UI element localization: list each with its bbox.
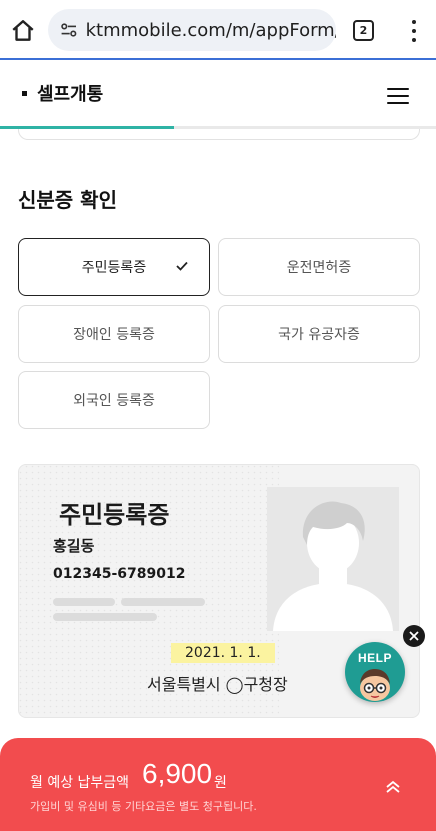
- payment-label: 월 예상 납부금액: [30, 775, 130, 791]
- id-option-veteran-card[interactable]: 국가 유공자증: [218, 305, 420, 363]
- id-option-resident-card[interactable]: 주민등록증: [18, 238, 210, 296]
- help-button[interactable]: HELP: [345, 642, 405, 702]
- id-option-disability-card[interactable]: 장애인 등록증: [18, 305, 210, 363]
- id-card-issuer: 서울특별시 ◯구청장: [147, 675, 288, 694]
- step-progress-fill: [0, 126, 175, 129]
- page-title: 셀프개통: [22, 80, 103, 106]
- browser-toolbar: ktmmobile.com/m/appForm/ 2: [0, 0, 436, 60]
- id-option-driver-license[interactable]: 운전면허증: [218, 238, 420, 296]
- placeholder-line: [53, 613, 157, 621]
- id-option-foreigner-card[interactable]: 외국인 등록증: [18, 371, 210, 429]
- monthly-payment-bar[interactable]: 월 예상 납부금액 6,900 원 가입비 및 유심비 등 기타요금은 별도 청…: [0, 738, 436, 831]
- home-icon[interactable]: [10, 18, 36, 44]
- id-option-label: 운전면허증: [286, 260, 352, 276]
- id-card-number: 012345-6789012: [53, 566, 186, 582]
- id-photo-placeholder: [267, 487, 399, 631]
- step-progress-bar: [0, 126, 436, 129]
- site-header: 셀프개통: [0, 62, 436, 126]
- check-icon: [176, 261, 188, 271]
- bullet-icon: [22, 90, 27, 96]
- url-text[interactable]: ktmmobile.com/m/appForm/: [86, 20, 336, 41]
- id-option-label: 장애인 등록증: [73, 327, 155, 343]
- more-options-icon[interactable]: [404, 18, 424, 44]
- id-card-issue-date: 2021. 1. 1.: [171, 643, 275, 663]
- placeholder-line: [121, 598, 205, 606]
- page-title-text: 셀프개통: [37, 84, 104, 105]
- help-character-icon: [360, 669, 390, 701]
- payment-amount: 6,900: [142, 758, 213, 789]
- tab-count: 2: [359, 24, 368, 37]
- id-option-label: 국가 유공자증: [278, 327, 360, 343]
- close-icon: [409, 631, 419, 641]
- person-silhouette-icon: [273, 501, 393, 631]
- site-settings-icon[interactable]: [58, 19, 80, 41]
- section-title: 신분증 확인: [18, 188, 117, 212]
- hamburger-menu-icon[interactable]: [387, 88, 409, 104]
- id-card-name: 홍길동: [53, 537, 95, 555]
- tab-switcher-icon[interactable]: 2: [353, 20, 374, 41]
- payment-unit: 원: [214, 775, 227, 791]
- id-card-title: 주민등록증: [59, 501, 170, 529]
- placeholder-line: [53, 598, 115, 606]
- help-close-button[interactable]: [403, 625, 425, 647]
- id-option-label: 주민등록증: [81, 260, 147, 276]
- address-bar[interactable]: ktmmobile.com/m/appForm/: [48, 9, 336, 51]
- payment-note: 가입비 및 유심비 등 기타요금은 별도 청구됩니다.: [30, 800, 257, 813]
- double-chevron-up-icon[interactable]: [384, 778, 402, 796]
- id-option-label: 외국인 등록증: [73, 393, 155, 409]
